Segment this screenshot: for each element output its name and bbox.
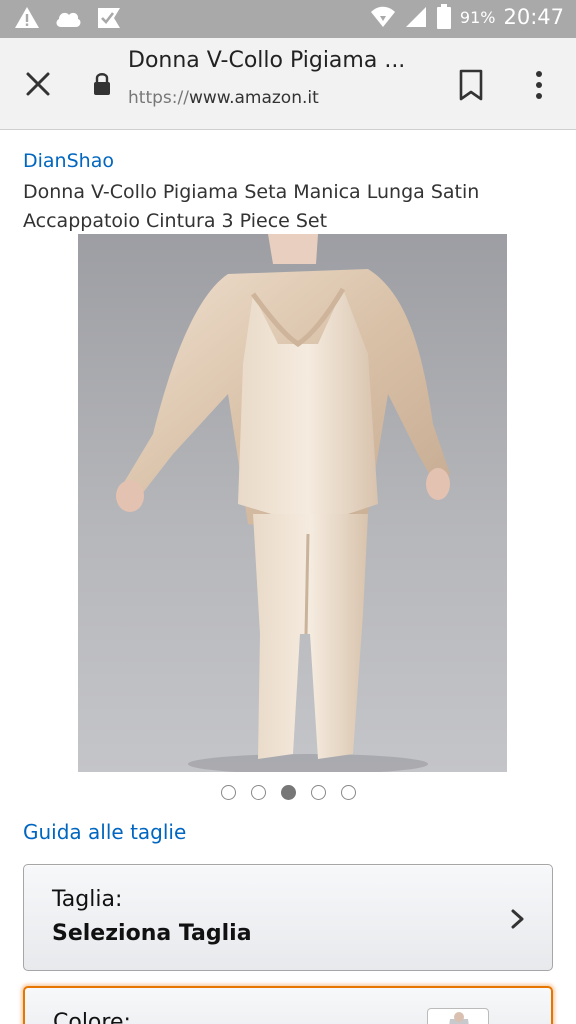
check-badge-icon bbox=[98, 8, 120, 28]
bookmark-icon[interactable] bbox=[456, 68, 486, 102]
carousel-dot-2[interactable] bbox=[250, 785, 266, 800]
chevron-right-icon bbox=[511, 909, 524, 929]
status-bar-system: 91% 20:47 bbox=[370, 4, 564, 30]
page-title: Donna V-Collo Pigiama ... bbox=[128, 48, 406, 73]
color-swatch-thumbnail[interactable] bbox=[427, 1008, 489, 1024]
carousel-dot-1[interactable] bbox=[220, 785, 236, 800]
status-bar: 91% 20:47 bbox=[0, 0, 576, 38]
lock-icon bbox=[94, 73, 110, 95]
url-host: www.amazon.it bbox=[188, 88, 319, 108]
product-title: Donna V-Collo Pigiama Seta Manica Lunga … bbox=[23, 181, 480, 232]
size-selector-label: Taglia: bbox=[52, 887, 123, 912]
browser-toolbar: Donna V-Collo Pigiama ... https://www.am… bbox=[0, 38, 576, 130]
size-selector[interactable]: Taglia: Seleziona Taglia bbox=[23, 864, 553, 971]
size-guide-link[interactable]: Guida alle taglie bbox=[23, 820, 186, 844]
status-bar-notifications bbox=[14, 6, 122, 30]
close-icon[interactable] bbox=[20, 66, 56, 102]
size-selector-value: Seleziona Taglia bbox=[52, 921, 252, 946]
image-carousel-indicator bbox=[0, 785, 576, 803]
clock: 20:47 bbox=[503, 5, 564, 29]
battery-icon bbox=[436, 4, 451, 29]
wifi-icon bbox=[370, 6, 395, 27]
carousel-dot-5[interactable] bbox=[340, 785, 356, 800]
warning-icon bbox=[15, 7, 39, 28]
color-selector[interactable]: Colore: bbox=[23, 986, 553, 1024]
more-vert-icon[interactable] bbox=[524, 68, 554, 102]
product-photo bbox=[116, 234, 450, 772]
signal-icon bbox=[405, 7, 426, 27]
url-scheme: https:// bbox=[128, 88, 189, 108]
color-selector-label: Colore: bbox=[53, 1010, 131, 1024]
color-swatch-image bbox=[449, 1012, 469, 1024]
brand-link[interactable]: DianShao bbox=[23, 150, 114, 172]
cloud-icon bbox=[56, 12, 81, 27]
battery-percent: 91% bbox=[459, 7, 496, 27]
carousel-dot-3-active[interactable] bbox=[280, 785, 296, 800]
carousel-dot-4[interactable] bbox=[310, 785, 326, 800]
product-image[interactable] bbox=[78, 234, 507, 772]
url-display[interactable]: https://www.amazon.it bbox=[128, 88, 319, 108]
